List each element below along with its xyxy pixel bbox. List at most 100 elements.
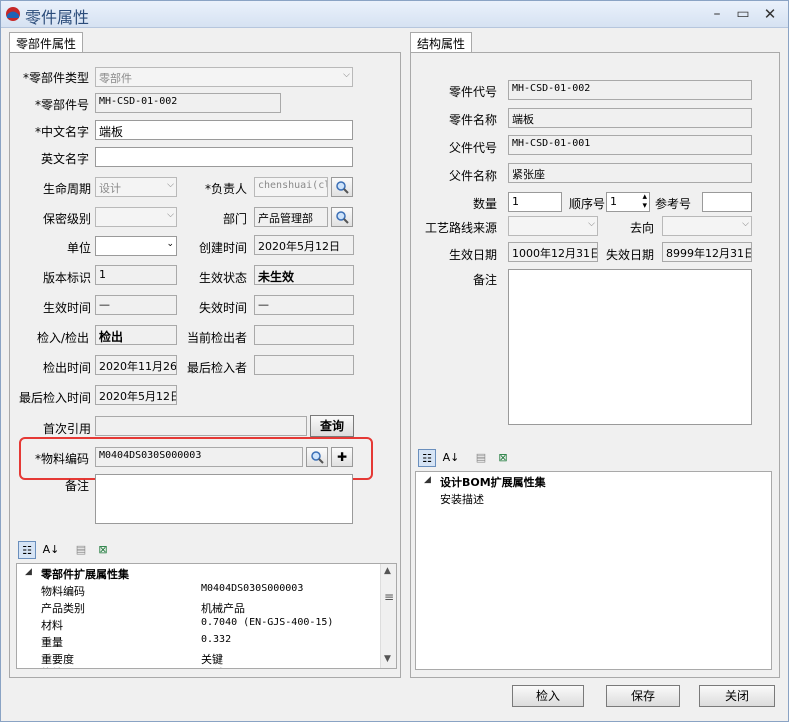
label-remark: 备注	[65, 479, 90, 493]
search-icon	[311, 451, 324, 464]
scroll-up-icon[interactable]: ▲	[384, 566, 391, 576]
collapse-triangle-icon: ◢	[25, 567, 32, 577]
scroll-thumb[interactable]: ≡	[384, 590, 394, 604]
label-eff-date: 生效日期	[449, 248, 498, 262]
checkin-button[interactable]: 检入	[512, 685, 584, 707]
label-eff-time: 生效时间	[43, 301, 92, 315]
chevron-down-icon: ⌵	[742, 219, 749, 229]
parent-code-field[interactable]: MH-CSD-01-001	[508, 135, 752, 155]
label-exp-date: 失效日期	[606, 248, 655, 262]
exp-date-field[interactable]: 8999年12月31日	[662, 242, 752, 262]
label-owner: 负责人	[205, 180, 247, 197]
right-remark-textarea[interactable]	[508, 269, 752, 425]
last-checkin-by-field[interactable]	[254, 355, 354, 375]
material-code-field[interactable]: M0404DS030S000003	[95, 447, 303, 467]
propgrid-row[interactable]: 重量 0.332	[17, 633, 396, 650]
secret-level-select[interactable]: ⌵	[95, 207, 177, 227]
label-first-ref: 首次引用	[43, 422, 92, 436]
query-button[interactable]: 查询	[310, 415, 354, 437]
chevron-down-icon: ⌵	[588, 219, 595, 229]
label-version: 版本标识	[43, 271, 92, 285]
propgrid-row[interactable]: 热处理调质	[17, 664, 396, 668]
label-en-name: 英文名字	[41, 152, 90, 166]
search-icon	[336, 181, 349, 194]
minimize-button[interactable]: –	[706, 4, 728, 24]
chevron-down-icon: ⌵	[167, 210, 174, 220]
plus-icon: ✚	[336, 450, 348, 464]
part-type-select[interactable]: 零部件 ⌵	[95, 67, 353, 87]
eff-time-field[interactable]: —	[95, 295, 177, 315]
property-pages-icon[interactable]: ▤	[72, 541, 90, 559]
save-button[interactable]: 保存	[606, 685, 680, 707]
owner-field[interactable]: chenshuai(cl	[254, 177, 328, 197]
label-material-code: 物料编码	[35, 450, 89, 467]
propgrid-category[interactable]: ◢ 零部件扩展属性集	[17, 565, 396, 582]
version-field[interactable]: 1	[95, 265, 177, 285]
right-property-grid: ◢ 设计BOM扩展属性集 安装描述	[415, 471, 772, 670]
owner-search-button[interactable]	[331, 177, 353, 197]
exp-time-field[interactable]: —	[254, 295, 354, 315]
qty-field[interactable]: 1	[508, 192, 562, 212]
label-dest: 去向	[630, 221, 655, 235]
propgrid-row[interactable]: 物料编码 M0404DS030S000003	[17, 582, 396, 599]
cn-name-field[interactable]: 端板	[95, 120, 353, 140]
label-route-src: 工艺路线来源	[425, 221, 498, 235]
route-src-select[interactable]: ⌵	[508, 216, 598, 236]
label-part-no: 零部件号	[35, 96, 89, 113]
categorized-view-icon[interactable]: ☷	[418, 449, 436, 467]
label-eff-status: 生效状态	[199, 271, 248, 285]
eff-status-field[interactable]: 未生效	[254, 265, 354, 285]
first-ref-field[interactable]	[95, 416, 307, 436]
window-title: 零件属性	[25, 8, 90, 27]
label-part-code: 零件代号	[449, 85, 498, 99]
part-name-field[interactable]: 端板	[508, 108, 752, 128]
chevron-down-icon: ⌄	[166, 239, 174, 249]
label-parent-name: 父件名称	[449, 169, 498, 183]
propgrid-scrollbar[interactable]: ▲ ≡ ▼	[380, 564, 396, 668]
add-material-button[interactable]: ✚	[331, 447, 353, 467]
checkout-by-field[interactable]	[254, 325, 354, 345]
tab-structure-properties[interactable]: 结构属性	[410, 32, 473, 53]
propgrid-row[interactable]: 产品类别 机械产品	[17, 599, 396, 616]
lifecycle-select[interactable]: 设计 ⌵	[95, 177, 177, 197]
propgrid-category[interactable]: ◢ 设计BOM扩展属性集	[416, 473, 771, 490]
dept-field[interactable]: 产品管理部	[254, 207, 328, 227]
ref-field[interactable]	[702, 192, 752, 212]
dest-select[interactable]: ⌵	[662, 216, 752, 236]
unit-select[interactable]: ⌄	[95, 236, 177, 256]
stepper-arrows-icon[interactable]: ▴ ▾	[642, 193, 647, 211]
excel-export-icon[interactable]: ⊠	[94, 541, 112, 559]
propgrid-row[interactable]: 材料 0.7040 (EN-GJS-400-15)	[17, 616, 396, 633]
close-button[interactable]: 关闭	[699, 685, 775, 707]
parent-name-field[interactable]: 紧张座	[508, 163, 752, 183]
label-parent-code: 父件代号	[449, 141, 498, 155]
material-search-button[interactable]	[306, 447, 328, 467]
checkin-status-field[interactable]: 检出	[95, 325, 177, 345]
dept-search-button[interactable]	[331, 207, 353, 227]
created-time-field[interactable]: 2020年5月12日	[254, 235, 354, 255]
sort-az-icon[interactable]: A↓	[42, 541, 60, 559]
maximize-button[interactable]: ▭	[732, 4, 754, 24]
property-pages-icon[interactable]: ▤	[472, 449, 490, 467]
part-no-field[interactable]: MH-CSD-01-002	[95, 93, 281, 113]
left-property-grid: ◢ 零部件扩展属性集 物料编码 M0404DS030S000003 产品类别 机械产…	[16, 563, 397, 669]
en-name-field[interactable]	[95, 147, 353, 167]
label-last-checkin-time: 最后检入时间	[19, 391, 92, 405]
categorized-view-icon[interactable]: ☷	[18, 541, 36, 559]
part-properties-window: 零件属性 – ▭ ✕ 零部件属性 零部件类型 零部件⌵ 零部件号 MH-CSD-…	[0, 0, 789, 722]
remark-textarea[interactable]	[95, 474, 353, 524]
scroll-down-icon[interactable]: ▼	[384, 654, 391, 664]
propgrid-row[interactable]: 安装描述	[416, 490, 771, 507]
excel-export-icon[interactable]: ⊠	[494, 449, 512, 467]
right-propgrid-toolbar: ☷ A↓ ▤ ⊠	[416, 447, 771, 469]
last-checkin-time-field[interactable]: 2020年5月12日	[95, 385, 177, 405]
close-window-button[interactable]: ✕	[759, 4, 781, 24]
sort-az-icon[interactable]: A↓	[442, 449, 460, 467]
part-code-field[interactable]: MH-CSD-01-002	[508, 80, 752, 100]
label-seq: 顺序号	[569, 197, 606, 211]
eff-date-field[interactable]: 1000年12月31日	[508, 242, 598, 262]
seq-stepper[interactable]: 1 ▴ ▾	[606, 192, 650, 212]
chevron-down-icon: ⌵	[343, 70, 350, 80]
tab-part-properties[interactable]: 零部件属性	[9, 32, 84, 53]
checkout-time-field[interactable]: 2020年11月26日	[95, 355, 177, 375]
